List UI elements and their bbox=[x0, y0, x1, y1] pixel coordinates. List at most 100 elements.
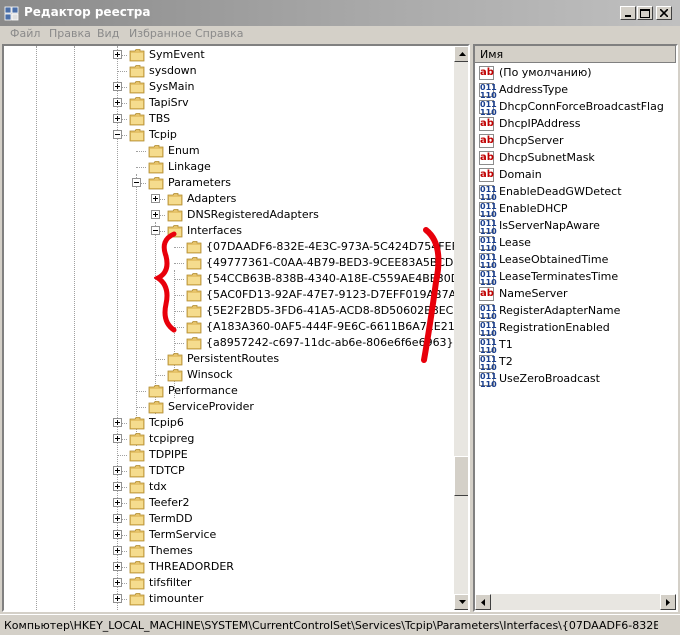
tree-item[interactable]: Enum bbox=[132, 143, 444, 159]
registry-tree-pane[interactable]: SymEvent sysdown SysMain TapiSrv TBS Tcpip Enu… bbox=[2, 44, 470, 612]
expand-icon[interactable] bbox=[113, 50, 122, 59]
expand-icon[interactable] bbox=[151, 194, 160, 203]
tree-item[interactable]: DNSRegisteredAdapters bbox=[151, 207, 444, 223]
tree-item[interactable]: TDPIPE bbox=[113, 447, 444, 463]
folder-icon bbox=[129, 464, 145, 478]
binary-value-icon: 011 110 bbox=[479, 83, 497, 100]
title-bar[interactable]: Редактор реестра bbox=[0, 0, 680, 26]
folder-icon bbox=[129, 432, 145, 446]
value-name: T2 bbox=[499, 355, 513, 368]
collapse-icon[interactable] bbox=[113, 130, 122, 139]
value-name: DhcpConnForceBroadcastFlag bbox=[499, 100, 664, 113]
expand-icon[interactable] bbox=[113, 466, 122, 475]
close-button[interactable] bbox=[656, 6, 672, 20]
tree-item-label: sysdown bbox=[149, 64, 197, 77]
expand-icon[interactable] bbox=[113, 546, 122, 555]
tree-item-label: Tcpip6 bbox=[149, 416, 184, 429]
tree-item[interactable]: THREADORDER bbox=[113, 559, 444, 575]
folder-icon bbox=[129, 112, 145, 126]
tree-item-label: Performance bbox=[168, 384, 238, 397]
column-header-name[interactable]: Имя bbox=[475, 46, 676, 63]
expand-icon[interactable] bbox=[113, 498, 122, 507]
binary-value-icon: 011 110 bbox=[479, 372, 497, 389]
string-value-icon: ab bbox=[479, 66, 494, 80]
maximize-button[interactable] bbox=[637, 6, 653, 20]
status-path: Компьютер\HKEY_LOCAL_MACHINE\SYSTEM\Curr… bbox=[4, 619, 658, 632]
value-name: UseZeroBroadcast bbox=[499, 372, 600, 385]
folder-icon bbox=[129, 576, 145, 590]
tree-item[interactable]: Teefer2 bbox=[113, 495, 444, 511]
tree-item[interactable]: tcpipreg bbox=[113, 431, 444, 447]
minimize-icon bbox=[625, 15, 631, 17]
expand-icon[interactable] bbox=[113, 514, 122, 523]
tree-item-label: TapiSrv bbox=[149, 96, 189, 109]
tree-item-label: Teefer2 bbox=[149, 496, 190, 509]
binary-value-icon: 011 110 bbox=[479, 253, 497, 270]
binary-value-icon: 011 110 bbox=[479, 100, 497, 117]
tree-item[interactable]: TermService bbox=[113, 527, 444, 543]
tree-item[interactable]: sysdown bbox=[113, 63, 444, 79]
menu-favorites[interactable]: Избранное bbox=[129, 27, 191, 40]
tree-item[interactable]: ServiceProvider bbox=[132, 399, 444, 415]
tree-item[interactable]: Tcpip6 bbox=[113, 415, 444, 431]
menu-edit[interactable]: Правка bbox=[49, 27, 91, 40]
menu-file[interactable]: Файл bbox=[10, 27, 40, 40]
tree-item[interactable]: TermDD bbox=[113, 511, 444, 527]
expand-icon[interactable] bbox=[113, 578, 122, 587]
expand-icon[interactable] bbox=[151, 210, 160, 219]
values-horizontal-scrollbar[interactable] bbox=[475, 594, 676, 610]
tree-item-label: Adapters bbox=[187, 192, 237, 205]
folder-icon bbox=[129, 496, 145, 510]
folder-icon bbox=[129, 416, 145, 430]
expand-icon[interactable] bbox=[113, 434, 122, 443]
tree-item[interactable]: Linkage bbox=[132, 159, 444, 175]
tree-vertical-scrollbar[interactable] bbox=[454, 46, 468, 610]
expand-icon[interactable] bbox=[113, 82, 122, 91]
menu-view[interactable]: Вид bbox=[97, 27, 119, 40]
tree-item[interactable]: tdx bbox=[113, 479, 444, 495]
expand-icon[interactable] bbox=[113, 562, 122, 571]
expand-icon[interactable] bbox=[113, 594, 122, 603]
minimize-button[interactable] bbox=[620, 6, 636, 20]
registry-values-pane[interactable]: Имя ab (По умолчанию) 011 110 AddressType 01… bbox=[473, 44, 678, 612]
tree-guide-line bbox=[74, 46, 75, 610]
expand-icon[interactable] bbox=[113, 482, 122, 491]
tree-item[interactable]: Themes bbox=[113, 543, 444, 559]
tree-item[interactable]: tifsfilter bbox=[113, 575, 444, 591]
tree-item-label: SysMain bbox=[149, 80, 195, 93]
values-scroll-left-button[interactable] bbox=[475, 594, 491, 610]
tree-item[interactable]: Adapters bbox=[151, 191, 444, 207]
collapse-icon[interactable] bbox=[132, 178, 141, 187]
value-name: IsServerNapAware bbox=[499, 219, 600, 232]
tree-item[interactable]: SymEvent bbox=[113, 47, 444, 63]
tree-item-label: DNSRegisteredAdapters bbox=[187, 208, 319, 221]
expand-icon[interactable] bbox=[113, 530, 122, 539]
tree-item[interactable]: SysMain bbox=[113, 79, 444, 95]
tree-item[interactable]: Tcpip bbox=[113, 127, 444, 143]
expand-icon[interactable] bbox=[113, 114, 122, 123]
values-scroll-right-button[interactable] bbox=[660, 594, 676, 610]
tree-item[interactable]: TBS bbox=[113, 111, 444, 127]
tree-item[interactable]: Winsock bbox=[151, 367, 444, 383]
folder-icon bbox=[167, 368, 183, 382]
folder-icon bbox=[129, 64, 145, 78]
tree-item[interactable]: Parameters bbox=[132, 175, 444, 191]
window-title: Редактор реестра bbox=[24, 5, 151, 19]
tree-item-label: tdx bbox=[149, 480, 167, 493]
expand-icon[interactable] bbox=[113, 98, 122, 107]
expand-icon[interactable] bbox=[113, 418, 122, 427]
tree-scroll-thumb[interactable] bbox=[454, 456, 468, 496]
tree-item[interactable]: timounter bbox=[113, 591, 444, 607]
tree-item-label: Enum bbox=[168, 144, 200, 157]
folder-icon bbox=[129, 544, 145, 558]
tree-scroll-down-button[interactable] bbox=[454, 594, 468, 610]
tree-item-label: timounter bbox=[149, 592, 204, 605]
arrow-right-icon bbox=[666, 598, 670, 606]
status-bar: Компьютер\HKEY_LOCAL_MACHINE\SYSTEM\Curr… bbox=[0, 614, 680, 635]
arrow-up-icon bbox=[458, 52, 466, 56]
menu-help[interactable]: Справка bbox=[195, 27, 243, 40]
tree-scroll-up-button[interactable] bbox=[454, 46, 468, 62]
tree-item[interactable]: TDTCP bbox=[113, 463, 444, 479]
tree-item[interactable]: TapiSrv bbox=[113, 95, 444, 111]
tree-item[interactable]: Performance bbox=[132, 383, 444, 399]
